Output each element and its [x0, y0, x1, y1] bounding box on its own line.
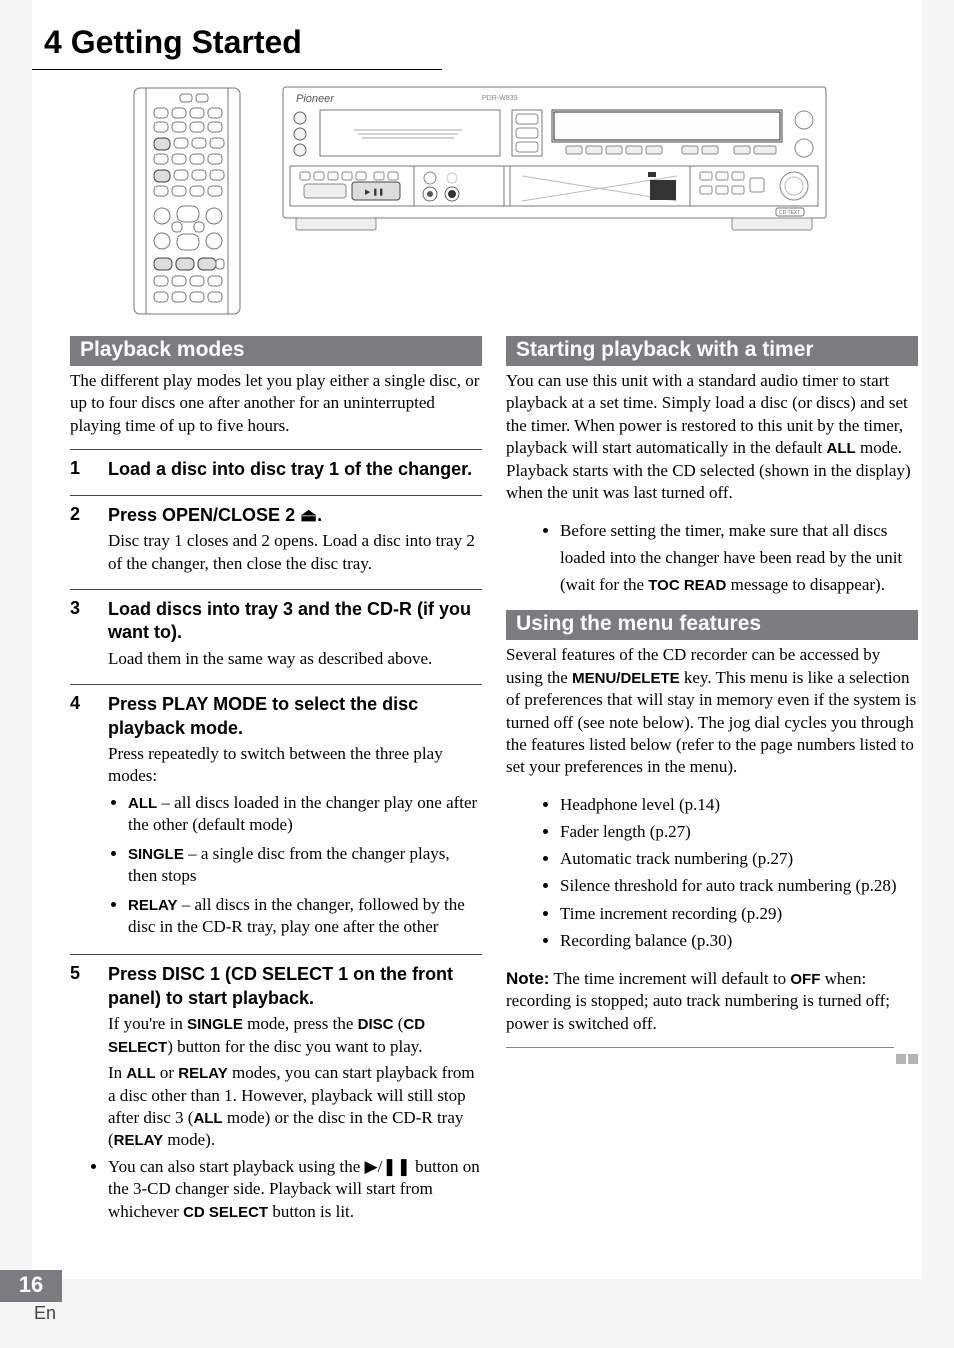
step-number: 1 — [70, 458, 88, 484]
step-number: 3 — [70, 598, 88, 674]
playback-intro: The different play modes let you play ei… — [70, 370, 482, 437]
list-item: RELAY – all discs in the changer, follow… — [128, 894, 482, 939]
step-desc: If you're in SINGLE mode, press the DISC… — [108, 1013, 482, 1058]
list-item: Recording balance (p.30) — [560, 927, 918, 954]
end-rule — [506, 1047, 894, 1048]
timer-bullet-list: Before setting the timer, make sure that… — [506, 517, 918, 599]
timer-intro: You can use this unit with a standard au… — [506, 370, 918, 505]
diagram-area: Pioneer PDR-W839 — [32, 70, 922, 336]
note-text: Note: The time increment will default to… — [506, 968, 918, 1035]
menu-feature-list: Headphone level (p.14) Fader length (p.2… — [506, 791, 918, 954]
mode-key: SINGLE — [128, 846, 184, 863]
svg-text:▶ ❚❚: ▶ ❚❚ — [365, 188, 384, 196]
step-4: 4 Press PLAY MODE to select the disc pla… — [70, 684, 482, 954]
mode-val: – all discs loaded in the changer play o… — [128, 793, 477, 834]
step-number: 2 — [70, 504, 88, 579]
left-column: Playback modes The different play modes … — [70, 336, 482, 1239]
menu-intro: Several features of the CD recorder can … — [506, 644, 918, 779]
step-title: Press DISC 1 (CD SELECT 1 on the front p… — [108, 963, 482, 1010]
step-number: 5 — [70, 963, 88, 1229]
step-desc: Load them in the same way as described a… — [108, 648, 482, 670]
list-item: Time increment recording (p.29) — [560, 900, 918, 927]
step-desc: Press repeatedly to switch between the t… — [108, 743, 482, 788]
step-5: 5 Press DISC 1 (CD SELECT 1 on the front… — [70, 954, 482, 1239]
svg-text:CD TEXT: CD TEXT — [779, 210, 800, 216]
mode-val: – all discs in the changer, followed by … — [128, 895, 465, 936]
list-item: ALL – all discs loaded in the changer pl… — [128, 792, 482, 837]
step-2: 2 Press OPEN/CLOSE 2 ⏏. Disc tray 1 clos… — [70, 495, 482, 589]
list-item: You can also start playback using the ▶/… — [108, 1156, 482, 1223]
list-item: Fader length (p.27) — [560, 818, 918, 845]
list-item: Silence threshold for auto track numberi… — [560, 872, 918, 899]
step-3: 3 Load discs into tray 3 and the CD-R (i… — [70, 589, 482, 684]
language-label: En — [34, 1303, 56, 1324]
step-title: Press OPEN/CLOSE 2 ⏏. — [108, 504, 482, 527]
list-item: Headphone level (p.14) — [560, 791, 918, 818]
section-header-timer: Starting playback with a timer — [506, 336, 918, 366]
section-header-playback-modes: Playback modes — [70, 336, 482, 366]
svg-text:Pioneer: Pioneer — [296, 93, 335, 105]
front-panel-illustration: Pioneer PDR-W839 — [282, 86, 827, 236]
section-header-menu: Using the menu features — [506, 610, 918, 640]
svg-text:PDR-W839: PDR-W839 — [482, 95, 518, 102]
play-mode-list: ALL – all discs loaded in the changer pl… — [108, 792, 482, 939]
mode-key: ALL — [128, 795, 157, 812]
step-desc: Disc tray 1 closes and 2 opens. Load a d… — [108, 530, 482, 575]
step-number: 4 — [70, 693, 88, 944]
step-title: Press PLAY MODE to select the disc playb… — [108, 693, 482, 740]
chapter-title: 4 Getting Started — [32, 24, 922, 69]
step-title: Load discs into tray 3 and the CD-R (if … — [108, 598, 482, 645]
list-item: Automatic track numbering (p.27) — [560, 845, 918, 872]
right-column: Starting playback with a timer You can u… — [506, 336, 918, 1239]
step-1: 1 Load a disc into disc tray 1 of the ch… — [70, 449, 482, 494]
page-number: 16 — [0, 1270, 62, 1302]
step5-bullet-list: You can also start playback using the ▶/… — [88, 1156, 482, 1223]
remote-illustration — [132, 86, 242, 316]
mode-key: RELAY — [128, 897, 177, 914]
end-squares — [894, 1051, 918, 1069]
step-desc: In ALL or RELAY modes, you can start pla… — [108, 1062, 482, 1152]
step-title: Load a disc into disc tray 1 of the chan… — [108, 458, 482, 481]
list-item: Before setting the timer, make sure that… — [560, 517, 918, 599]
list-item: SINGLE – a single disc from the changer … — [128, 843, 482, 888]
